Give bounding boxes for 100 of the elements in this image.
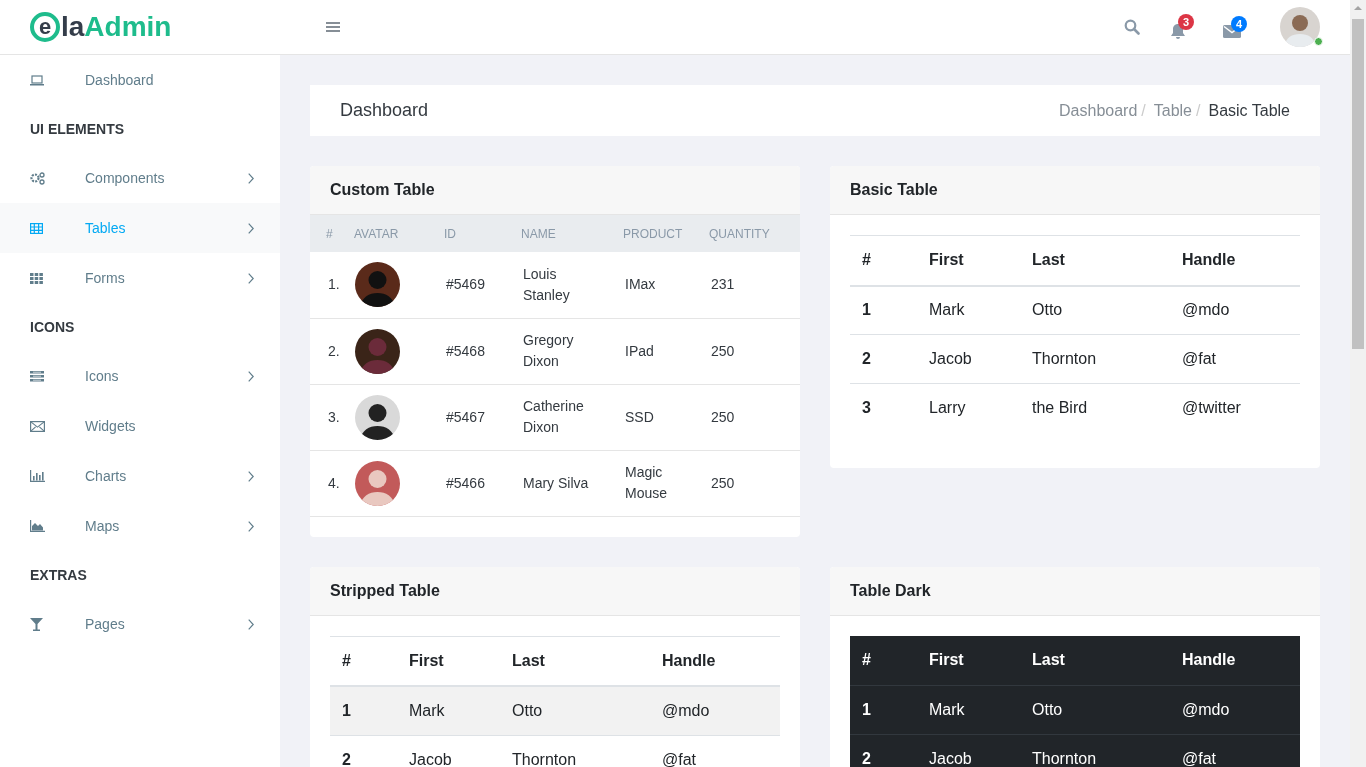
table-cell: 250 (707, 318, 800, 384)
column-header: ID (442, 215, 519, 252)
table-cell: Louis Stanley (519, 252, 621, 318)
table-cell: Jacob (917, 734, 1020, 767)
sidebar-item[interactable]: Forms (0, 253, 280, 303)
laptop-icon (30, 74, 44, 86)
table-cell: Thornton (500, 735, 650, 767)
search-icon[interactable] (1124, 19, 1140, 35)
column-header: Last (500, 636, 650, 686)
column-header: # (330, 636, 397, 686)
funnel-icon (30, 617, 43, 631)
column-header: PRODUCT (621, 215, 707, 252)
table-cell: Mark (917, 285, 1020, 335)
table-cell: Jacob (917, 334, 1020, 384)
table-cell: Jacob (397, 735, 500, 767)
sidebar-item[interactable]: Dashboard (0, 55, 280, 105)
table-cell: @mdo (650, 686, 780, 735)
list-icon (30, 370, 44, 382)
count-badge: 4 (1231, 16, 1247, 32)
table-cell: 3 (850, 383, 917, 433)
card-title: Stripped Table (310, 566, 800, 616)
section-heading: ICONS (29, 317, 76, 337)
table-cell: @fat (650, 735, 780, 767)
grid-icon (30, 272, 43, 284)
column-header: QUANTITY (707, 215, 800, 252)
table-cell: 1 (850, 685, 917, 735)
table-cell: @fat (1170, 734, 1300, 767)
breadcrumb-separator: / (1195, 100, 1202, 121)
page-title: Dashboard (340, 99, 429, 122)
table-cell: Otto (1020, 285, 1170, 335)
sidebar-item[interactable]: Charts (0, 451, 280, 501)
section-heading: EXTRAS (29, 565, 88, 585)
table-cell: @twitter (1170, 383, 1300, 433)
envelope-icon (30, 420, 45, 432)
table-cell: 1. (310, 252, 352, 318)
table-cell: IMax (621, 252, 707, 318)
column-header: First (397, 636, 500, 686)
table-cell: IPad (621, 318, 707, 384)
table-cell: #5469 (442, 252, 519, 318)
bar-chart-icon (30, 470, 45, 482)
table-cell: Magic Mouse (621, 450, 707, 516)
table-cell: Otto (500, 686, 650, 735)
table-cell: #5466 (442, 450, 519, 516)
sidebar-item[interactable]: Pages (0, 599, 280, 649)
column-header: Handle (1170, 635, 1300, 686)
table-icon (30, 222, 43, 234)
section-heading: UI ELEMENTS (29, 119, 126, 139)
table-cell: Larry (917, 383, 1020, 433)
scroll-up-icon[interactable] (1354, 5, 1362, 11)
avatar (355, 394, 400, 440)
table-cell: @fat (1170, 334, 1300, 384)
table-cell: Thornton (1020, 734, 1170, 767)
table-cell: #5468 (442, 318, 519, 384)
table-cell: 250 (707, 384, 800, 450)
logo[interactable]: e laAdmin (30, 12, 172, 42)
breadcrumb-link[interactable]: Dashboard (1059, 98, 1138, 123)
column-header: First (917, 235, 1020, 286)
sidebar-item[interactable]: Maps (0, 501, 280, 551)
avatar (355, 460, 400, 506)
avatar (355, 262, 400, 308)
table-cell: Mary Silva (519, 450, 621, 516)
card-title: Custom Table (310, 166, 800, 215)
sidebar-item[interactable]: Components (0, 153, 280, 203)
card-title: Basic Table (830, 166, 1320, 215)
column-header: AVATAR (352, 215, 442, 252)
sidebar-item[interactable]: Widgets (0, 401, 280, 451)
table-cell: 2. (310, 318, 352, 384)
column-header: NAME (519, 215, 621, 252)
table-cell: Otto (1020, 685, 1170, 735)
gears-icon (30, 171, 45, 185)
table-cell: Mark (917, 685, 1020, 735)
card-title: Table Dark (830, 566, 1320, 616)
breadcrumb-link[interactable]: Table (1153, 98, 1192, 123)
table-cell: 250 (707, 450, 800, 516)
column-header: # (850, 635, 917, 686)
column-header: # (850, 235, 917, 286)
avatar (355, 328, 400, 374)
table-cell: 3. (310, 384, 352, 450)
scrollbar[interactable] (1350, 0, 1366, 767)
table-cell: the Bird (1020, 383, 1170, 433)
table-cell: 231 (707, 252, 800, 318)
table-cell: #5467 (442, 384, 519, 450)
menu-icon[interactable] (326, 21, 340, 33)
bell-button[interactable]: 3 (1170, 14, 1195, 40)
table-cell: Thornton (1020, 334, 1170, 384)
column-header: Handle (1170, 235, 1300, 286)
column-header: Last (1020, 235, 1170, 286)
table-cell: 2 (850, 334, 917, 384)
column-header: # (310, 215, 352, 252)
user-avatar[interactable] (1280, 7, 1320, 47)
mail-button[interactable]: 4 (1223, 16, 1250, 38)
column-header: Handle (650, 636, 780, 686)
table-cell: Gregory Dixon (519, 318, 621, 384)
sidebar-item[interactable]: Icons (0, 351, 280, 401)
breadcrumb-separator: / (1140, 100, 1147, 121)
table-cell: 1 (850, 285, 917, 335)
sidebar-item[interactable]: Tables (0, 203, 280, 253)
table-cell: @mdo (1170, 285, 1300, 335)
table-cell: @mdo (1170, 685, 1300, 735)
table-cell: 2 (330, 735, 397, 767)
